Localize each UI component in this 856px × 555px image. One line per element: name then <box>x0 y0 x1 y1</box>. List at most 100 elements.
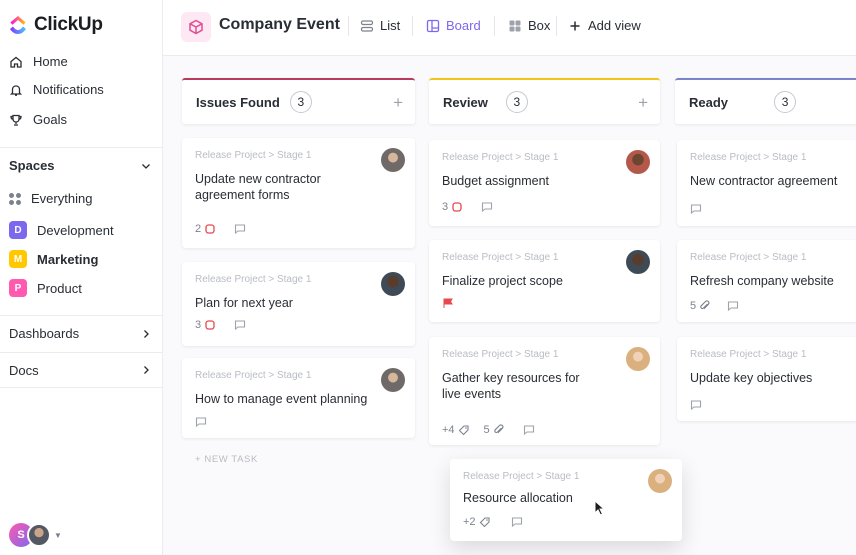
sidebar-item-notifications[interactable]: Notifications <box>9 82 104 97</box>
paperclip-icon <box>493 424 504 434</box>
sidebar-item-label: Notifications <box>33 82 104 97</box>
spaces-label: Spaces <box>9 158 55 173</box>
tab-label: Board <box>446 18 481 33</box>
sidebar-item-development[interactable]: D Development <box>9 221 114 239</box>
avatar <box>626 347 650 371</box>
sidebar-item-home[interactable]: Home <box>9 54 68 69</box>
comment-icon[interactable] <box>511 516 523 528</box>
column-name: Ready <box>689 94 729 110</box>
task-card[interactable]: Release Project > Stage 1 New contractor… <box>677 140 856 226</box>
sidebar-item-everything[interactable]: Everything <box>9 191 92 206</box>
tab-label: Add view <box>588 18 641 33</box>
tag-count[interactable]: +2 <box>463 516 491 528</box>
task-path: Release Project > Stage 1 <box>442 152 559 163</box>
divider <box>494 16 495 36</box>
task-card[interactable]: Release Project > Stage 1 Plan for next … <box>182 262 415 346</box>
sidebar-item-label: Goals <box>33 112 67 127</box>
comment-icon[interactable] <box>195 416 207 428</box>
task-meta <box>690 399 702 411</box>
space-badge: D <box>9 221 27 239</box>
comment-icon[interactable] <box>690 203 702 215</box>
flag-icon[interactable] <box>442 297 454 309</box>
comment-icon[interactable] <box>234 223 246 235</box>
task-meta <box>690 203 702 215</box>
column-header-ready: Ready 3 <box>675 78 856 124</box>
caret-down-icon: ▼ <box>54 530 62 540</box>
sidebar-item-dashboards[interactable]: Dashboards <box>0 315 163 351</box>
add-view-button[interactable]: Add view <box>568 18 641 33</box>
task-path: Release Project > Stage 1 <box>690 252 807 263</box>
board: Issues Found 3 + Release Project > Stage… <box>163 56 856 555</box>
task-title: New contractor agreement <box>690 174 838 188</box>
chevron-right-icon <box>144 329 149 338</box>
task-meta: 2 <box>195 223 246 235</box>
sidebar-item-marketing[interactable]: M Marketing <box>9 250 98 268</box>
sidebar-item-label: Marketing <box>37 251 99 267</box>
tab-label: Box <box>528 18 551 33</box>
task-meta: 3 <box>195 319 246 331</box>
sidebar: ClickUp Home Notifications Goals Spaces … <box>0 0 163 555</box>
task-title: Plan for next year <box>195 296 293 310</box>
mouse-cursor-icon <box>594 500 606 516</box>
column-count: 3 <box>774 91 797 113</box>
logo[interactable]: ClickUp <box>8 14 103 36</box>
column-name: Review <box>443 94 488 110</box>
add-task-icon[interactable]: + <box>638 93 648 113</box>
docs-label: Docs <box>9 362 39 378</box>
sidebar-item-label: Home <box>33 54 68 69</box>
avatar <box>381 368 405 392</box>
clickup-logo-icon <box>10 16 26 34</box>
list-icon <box>360 19 374 32</box>
task-card[interactable]: Release Project > Stage 1 Refresh compan… <box>677 240 856 322</box>
avatar <box>626 150 650 174</box>
comment-icon[interactable] <box>727 300 739 312</box>
avatar <box>626 250 650 274</box>
subtask-count[interactable]: 3 <box>442 201 463 213</box>
dashboards-label: Dashboards <box>9 326 80 341</box>
subtask-icon <box>452 202 462 212</box>
task-meta: +4 5 <box>442 424 535 436</box>
comment-icon[interactable] <box>481 201 493 213</box>
avatar <box>381 148 405 172</box>
task-card[interactable]: Release Project > Stage 1 How to manage … <box>182 358 415 438</box>
attachment-count[interactable]: 5 <box>484 424 505 436</box>
page-title: Company Event <box>219 16 340 33</box>
task-card[interactable]: Release Project > Stage 1 Gather key res… <box>429 337 660 445</box>
avatar <box>27 523 51 547</box>
board-icon <box>426 19 440 32</box>
tab-list[interactable]: List <box>360 18 400 33</box>
sidebar-item-goals[interactable]: Goals <box>9 112 67 127</box>
add-task-icon[interactable]: + <box>393 93 403 113</box>
sidebar-item-label: Everything <box>31 191 93 206</box>
tab-box[interactable]: Box <box>508 18 550 33</box>
subtask-count-value: 3 <box>195 319 202 331</box>
sidebar-item-docs[interactable]: Docs <box>0 352 163 388</box>
dragging-task-card[interactable]: Release Project > Stage 1 Resource alloc… <box>450 459 682 541</box>
divider <box>348 16 349 36</box>
bell-icon <box>9 84 23 96</box>
task-title: Refresh company website <box>690 274 834 288</box>
subtask-count[interactable]: 2 <box>195 223 216 235</box>
task-card[interactable]: Release Project > Stage 1 Update new con… <box>182 138 415 248</box>
task-card[interactable]: Release Project > Stage 1 Finalize proje… <box>429 240 660 322</box>
comment-icon[interactable] <box>523 424 535 436</box>
attachment-count[interactable]: 5 <box>690 300 711 312</box>
subtask-count-value: 3 <box>442 201 449 213</box>
comment-icon[interactable] <box>690 399 702 411</box>
everything-icon <box>9 192 21 205</box>
new-task-button[interactable]: + NEW TASK <box>195 454 258 465</box>
spaces-header[interactable]: Spaces <box>0 147 163 183</box>
sidebar-item-product[interactable]: P Product <box>9 279 82 297</box>
tab-board[interactable]: Board <box>426 18 481 33</box>
tab-label: List <box>380 18 401 33</box>
task-path: Release Project > Stage 1 <box>690 152 807 163</box>
task-path: Release Project > Stage 1 <box>463 471 580 482</box>
task-path: Release Project > Stage 1 <box>442 349 559 360</box>
tag-count[interactable]: +4 <box>442 424 470 436</box>
user-menu[interactable]: S ▼ <box>9 523 62 547</box>
comment-icon[interactable] <box>234 319 246 331</box>
task-meta <box>195 416 207 428</box>
task-card[interactable]: Release Project > Stage 1 Update key obj… <box>677 337 856 421</box>
subtask-count[interactable]: 3 <box>195 319 216 331</box>
task-card[interactable]: Release Project > Stage 1 Budget assignm… <box>429 140 660 226</box>
